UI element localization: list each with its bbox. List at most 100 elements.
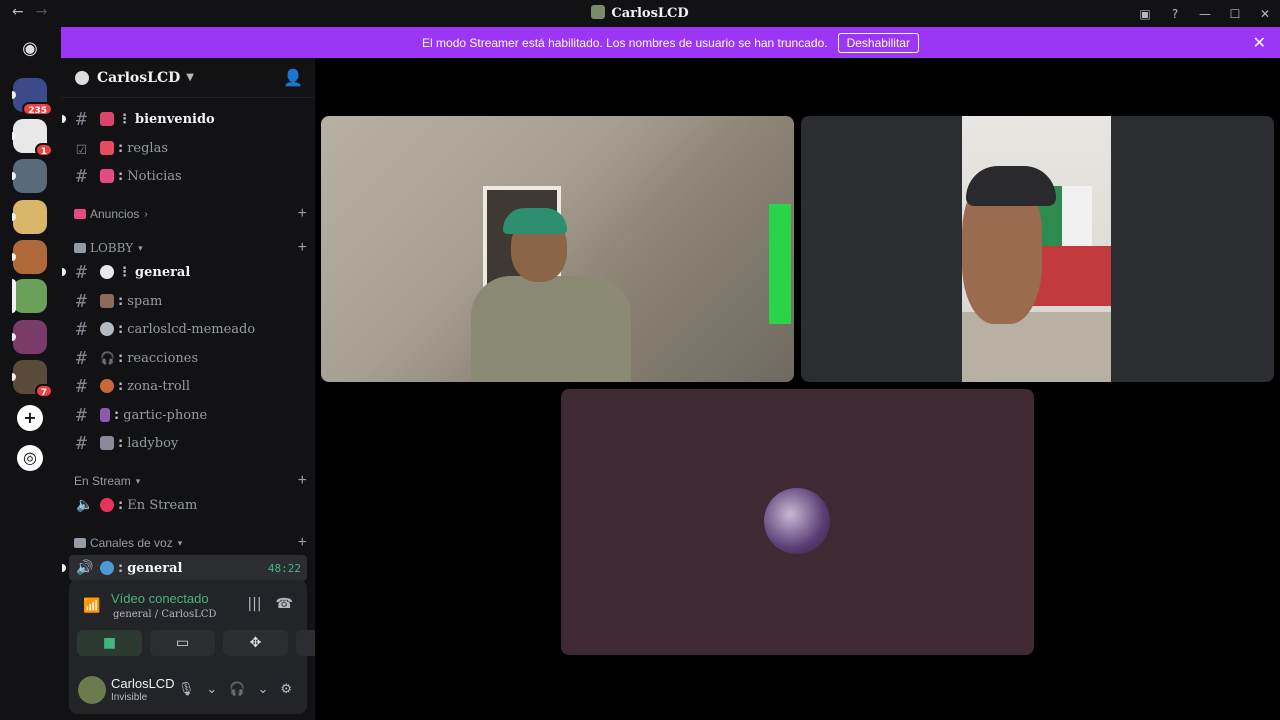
- gear-icon[interactable]: ⚙: [280, 682, 292, 697]
- channel-gartic-phone[interactable]: # : gartic-phone: [69, 402, 307, 428]
- channel-sidebar: CarlosLCD ▼ 👤 # ⋮ bienvenido ☑ : reglas …: [61, 58, 361, 720]
- add-user-icon[interactable]: 👤: [283, 68, 303, 87]
- separator: ⋮: [118, 264, 131, 280]
- chevron-down-icon[interactable]: ⌄: [257, 682, 268, 697]
- create-channel-icon[interactable]: +: [298, 472, 307, 490]
- video-tile-3[interactable]: [561, 389, 1034, 655]
- channel-label: bienvenido: [135, 111, 215, 127]
- rules-icon: ☑: [76, 137, 87, 159]
- voice-location[interactable]: general / CarlosLCD: [113, 609, 216, 620]
- headphones-icon: 🎧: [100, 351, 115, 365]
- avatar[interactable]: [78, 676, 106, 704]
- streamer-mode-banner: El modo Streamer está habilitado. Los no…: [61, 27, 1280, 58]
- channel-bienvenido[interactable]: # ⋮ bienvenido: [62, 106, 307, 132]
- guild-header[interactable]: CarlosLCD ▼ 👤: [61, 58, 315, 98]
- create-channel-icon[interactable]: +: [298, 239, 307, 257]
- voice-status[interactable]: Vídeo conectado: [111, 591, 209, 606]
- speaker-icon: 🔊: [76, 560, 94, 576]
- unread-indicator: [62, 268, 66, 276]
- username[interactable]: CarlosLCD: [111, 676, 175, 691]
- server-image: [13, 279, 47, 313]
- video-stage: [315, 58, 1280, 720]
- category-en-stream[interactable]: En Stream ▾ +: [74, 471, 307, 491]
- disconnect-icon[interactable]: ☎: [276, 596, 293, 612]
- channel-label: En Stream: [127, 497, 198, 513]
- channel-emoji-icon: [100, 141, 114, 155]
- avatar: [764, 488, 830, 554]
- category-anuncios[interactable]: Anuncios › +: [74, 204, 307, 224]
- chevron-right-icon: ›: [144, 208, 148, 220]
- voice-panel-icons: ||| ☎: [247, 596, 293, 612]
- noise-suppression-icon[interactable]: |||: [247, 596, 261, 612]
- category-canales-de-voz[interactable]: Canales de voz ▾ +: [74, 533, 307, 553]
- channel-spam[interactable]: # : spam: [69, 288, 307, 314]
- channel-zona-troll[interactable]: # : zona-troll: [69, 373, 307, 399]
- channel-carloslcd-memeado[interactable]: # : carloslcd-memeado: [69, 316, 307, 342]
- disable-streamer-button[interactable]: Deshabilitar: [837, 32, 919, 53]
- create-channel-icon[interactable]: +: [298, 205, 307, 223]
- server-icon-8[interactable]: 7: [12, 360, 53, 398]
- hash-icon: #: [76, 318, 87, 340]
- category-label: LOBBY: [90, 241, 134, 255]
- hash-icon: #: [76, 108, 87, 130]
- video-tile-2[interactable]: [801, 116, 1274, 382]
- signal-icon[interactable]: 📶: [83, 598, 100, 614]
- maximize-icon[interactable]: ☐: [1220, 7, 1250, 21]
- explore-icon[interactable]: ◎: [17, 445, 43, 471]
- channel-label: reacciones: [127, 350, 199, 366]
- speaker-locked-icon: 🔈: [76, 497, 94, 513]
- hash-icon: #: [76, 404, 87, 426]
- inbox-icon[interactable]: ▣: [1130, 7, 1160, 21]
- minimize-icon[interactable]: —: [1190, 7, 1220, 21]
- banner-message: El modo Streamer está habilitado. Los no…: [422, 35, 828, 50]
- chevron-down-icon: ▾: [138, 242, 143, 253]
- phone-icon: [100, 408, 110, 422]
- headphones-icon[interactable]: 🎧: [229, 682, 245, 697]
- channel-reacciones[interactable]: # 🎧 : reacciones: [69, 345, 307, 371]
- separator: :: [118, 435, 124, 451]
- voice-channel-en-stream[interactable]: 🔈 : En Stream: [69, 492, 307, 518]
- channel-ladyboy[interactable]: # : ladyboy: [69, 430, 307, 456]
- help-icon[interactable]: ?: [1160, 7, 1190, 21]
- separator: :: [114, 407, 120, 423]
- user-panel: CarlosLCD Invisible 🎙 ⌄ 🎧 ⌄ ⚙: [78, 672, 298, 708]
- flag-stripe: [1032, 246, 1111, 306]
- channel-reglas[interactable]: ☑ : reglas: [69, 135, 307, 161]
- channel-label: reglas: [127, 140, 169, 156]
- guild-icon: [75, 70, 89, 85]
- close-icon[interactable]: ✕: [1253, 33, 1266, 53]
- bird-icon: [100, 322, 114, 336]
- channel-label: zona-troll: [127, 378, 190, 394]
- hash-icon: #: [76, 375, 87, 397]
- screen-share-button[interactable]: ▭: [150, 630, 215, 656]
- user-status: Invisible: [111, 692, 148, 703]
- server-icon-3[interactable]: [12, 159, 47, 193]
- channel-noticias[interactable]: # : Noticias: [69, 163, 307, 189]
- category-lobby[interactable]: LOBBY ▾ +: [74, 238, 307, 258]
- create-channel-icon[interactable]: +: [298, 534, 307, 552]
- channel-general-text[interactable]: # ⋮ general: [62, 259, 307, 285]
- cube-icon: [74, 243, 86, 253]
- guild-name: CarlosLCD: [97, 69, 181, 86]
- server-icon-4[interactable]: [12, 200, 47, 234]
- separator: :: [118, 560, 124, 576]
- chevron-down-icon: ▼: [186, 72, 194, 83]
- server-icon-5[interactable]: [12, 240, 47, 274]
- channel-label: Noticias: [127, 168, 182, 184]
- mention-badge: 7: [34, 384, 53, 398]
- activities-button[interactable]: ✥: [223, 630, 288, 656]
- server-icon-1[interactable]: 235: [12, 78, 53, 116]
- discord-home-button[interactable]: ◉: [13, 32, 47, 66]
- server-icon-6-selected[interactable]: [12, 279, 47, 313]
- camera-button[interactable]: ■: [77, 630, 142, 656]
- microphone-icon[interactable]: 🎙: [178, 682, 195, 697]
- voice-channel-general[interactable]: 🔊 : general 48:22: [62, 555, 307, 581]
- server-icon-7[interactable]: [12, 320, 47, 354]
- close-icon[interactable]: ✕: [1250, 7, 1280, 21]
- chevron-down-icon: ▾: [135, 475, 141, 486]
- add-server-icon[interactable]: +: [17, 405, 43, 431]
- chevron-down-icon[interactable]: ⌄: [206, 682, 217, 697]
- server-icon: [591, 5, 606, 19]
- server-icon-2[interactable]: 1: [12, 119, 53, 157]
- video-tile-1[interactable]: [321, 116, 794, 382]
